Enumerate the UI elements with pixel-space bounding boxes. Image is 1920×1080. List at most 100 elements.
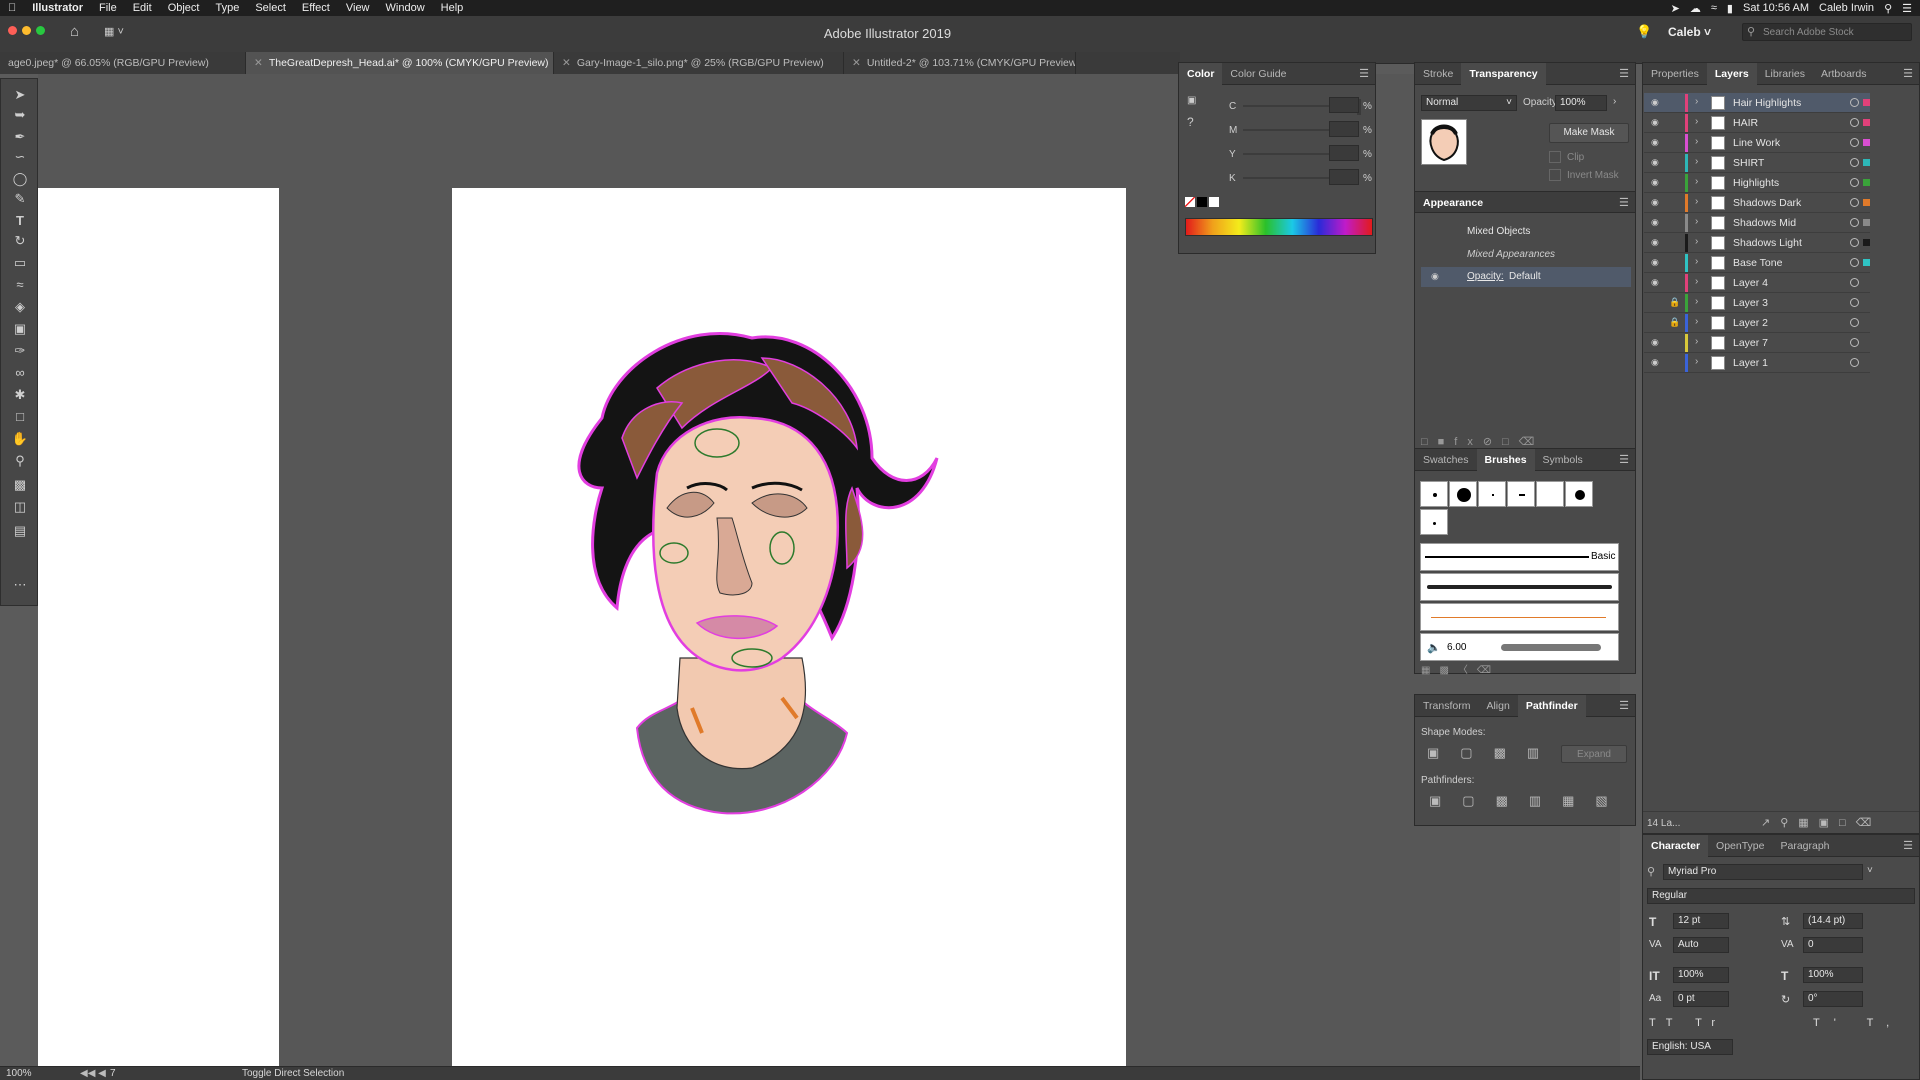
selection-indicator[interactable] <box>1863 199 1870 206</box>
draw-mode-icon[interactable]: ◫ <box>11 499 29 515</box>
layer-row[interactable]: ◉ › Shadows Light <box>1644 233 1870 253</box>
shape-builder-tool-icon[interactable]: ◈ <box>11 299 29 315</box>
panel-menu-icon[interactable]: ☰ <box>1619 699 1629 712</box>
tab-transform[interactable]: Transform <box>1415 695 1478 717</box>
tab-character[interactable]: Character <box>1643 834 1709 857</box>
brush-basic[interactable]: Basic <box>1420 543 1619 571</box>
eye-icon[interactable]: ◉ <box>1651 257 1659 268</box>
eye-icon[interactable]: ◉ <box>1651 97 1659 108</box>
target-icon[interactable] <box>1850 338 1859 347</box>
font-size-input[interactable]: 12 pt <box>1673 913 1729 929</box>
tab-swatches[interactable]: Swatches <box>1415 449 1477 471</box>
eye-icon[interactable]: ◉ <box>1651 197 1659 208</box>
text-style-buttons[interactable]: TT Tr <box>1649 1017 1725 1029</box>
channel-y-slider[interactable] <box>1243 153 1329 155</box>
eye-icon[interactable]: ◉ <box>1651 237 1659 248</box>
tab-stroke[interactable]: Stroke <box>1415 63 1461 85</box>
channel-k-input[interactable] <box>1329 169 1359 185</box>
tracking-input[interactable]: 0 <box>1803 937 1863 953</box>
brush-size-row[interactable]: 🔈 6.00 <box>1420 633 1619 661</box>
chevron-right-icon[interactable]: › <box>1695 96 1698 107</box>
layer-name[interactable]: Layer 2 <box>1733 317 1768 329</box>
channel-k-slider[interactable] <box>1243 177 1329 179</box>
selection-indicator[interactable] <box>1863 219 1870 226</box>
menu-help[interactable]: Help <box>433 2 472 14</box>
apple-icon[interactable]:  <box>0 2 24 14</box>
chevron-right-icon[interactable]: › <box>1695 116 1698 127</box>
selection-indicator[interactable] <box>1863 139 1870 146</box>
symbol-sprayer-tool-icon[interactable]: ✱ <box>11 387 29 403</box>
appearance-title[interactable]: Appearance <box>1423 197 1483 209</box>
layer-name[interactable]: Layer 4 <box>1733 277 1768 289</box>
artboard-tool-icon[interactable]: □ <box>11 409 29 425</box>
layer-row[interactable]: ◉ › Layer 4 <box>1644 273 1870 293</box>
brush-faint[interactable] <box>1536 481 1564 507</box>
target-icon[interactable] <box>1850 318 1859 327</box>
layer-row[interactable]: ◉ › HAIR <box>1644 113 1870 133</box>
target-icon[interactable] <box>1850 118 1859 127</box>
layers-footer-icons[interactable]: ↗⚲▦▣□⌫ <box>1761 816 1881 829</box>
eye-icon[interactable]: ◉ <box>1651 277 1659 288</box>
pencil-tool-icon[interactable]: ✎ <box>11 191 29 207</box>
fill-stroke-icon[interactable]: ▩ <box>11 477 29 493</box>
chevron-right-icon[interactable]: › <box>1695 356 1698 367</box>
appearance-opacity-row[interactable]: ◉ Opacity: Default <box>1421 267 1631 287</box>
unknown-color-icon[interactable]: ? <box>1187 115 1194 129</box>
tab-opentype[interactable]: OpenType <box>1708 835 1772 857</box>
menu-view[interactable]: View <box>338 2 378 14</box>
brush-dot-small[interactable] <box>1420 481 1448 507</box>
white-swatch[interactable] <box>1209 197 1219 207</box>
lock-icon[interactable]: 🔒 <box>1669 317 1680 328</box>
creative-cloud-icon[interactable]: ☁ <box>1690 2 1701 15</box>
tab-pathfinder[interactable]: Pathfinder <box>1517 694 1586 717</box>
eye-icon[interactable]: ◉ <box>1651 357 1659 368</box>
font-style-select[interactable]: Regular <box>1647 888 1915 904</box>
target-icon[interactable] <box>1850 238 1859 247</box>
close-tab-icon[interactable]: ✕ <box>852 57 861 69</box>
battery-icon[interactable]: ▮ <box>1727 2 1733 15</box>
menu-effect[interactable]: Effect <box>294 2 338 14</box>
target-icon[interactable] <box>1850 278 1859 287</box>
menubar-user[interactable]: Caleb Irwin <box>1819 2 1874 14</box>
artboard-left[interactable] <box>38 188 279 1068</box>
eye-icon[interactable]: ◉ <box>1431 271 1439 282</box>
tab-color[interactable]: Color <box>1179 62 1223 85</box>
channel-c-slider[interactable] <box>1243 105 1329 107</box>
fill-stroke-swap-icon[interactable]: ▣ <box>1187 95 1196 106</box>
canvas-area[interactable] <box>38 74 1620 1068</box>
layer-row[interactable]: ◉ › Shadows Mid <box>1644 213 1870 233</box>
close-tab-icon[interactable]: ✕ <box>254 57 263 69</box>
selection-indicator[interactable] <box>1863 179 1870 186</box>
chevron-right-icon[interactable]: › <box>1695 196 1698 207</box>
invert-mask-checkbox[interactable] <box>1549 169 1561 181</box>
eye-icon[interactable]: ◉ <box>1651 177 1659 188</box>
pen-tool-icon[interactable]: ✒ <box>11 129 29 145</box>
layer-name[interactable]: Highlights <box>1733 177 1779 189</box>
tab-paragraph[interactable]: Paragraph <box>1772 835 1837 857</box>
eye-icon[interactable]: ◉ <box>1651 117 1659 128</box>
brush-dash[interactable] <box>1507 481 1535 507</box>
location-icon[interactable]: ➤ <box>1671 2 1680 15</box>
layer-row[interactable]: ◉ › Highlights <box>1644 173 1870 193</box>
chevron-right-icon[interactable]: › <box>1695 336 1698 347</box>
notification-icon[interactable]: ☰ <box>1902 2 1912 15</box>
brush-arrow[interactable] <box>1420 603 1619 631</box>
blend-mode-select[interactable]: Normal ˅ <box>1421 95 1517 111</box>
layer-name[interactable]: Base Tone <box>1733 257 1782 269</box>
brush-dot-large[interactable] <box>1449 481 1477 507</box>
chevron-right-icon[interactable]: › <box>1695 176 1698 187</box>
rotation-input[interactable]: 0° <box>1803 991 1863 1007</box>
panel-menu-icon[interactable]: ☰ <box>1903 67 1913 80</box>
layer-name[interactable]: Shadows Dark <box>1733 197 1801 209</box>
layer-row[interactable]: ◉ › Layer 7 <box>1644 333 1870 353</box>
screen-mode-icon[interactable]: ▤ <box>11 523 29 539</box>
head-illustration[interactable] <box>452 188 1126 1068</box>
lightbulb-icon[interactable]: 💡 <box>1636 24 1652 40</box>
selection-indicator[interactable] <box>1863 239 1870 246</box>
selection-indicator[interactable] <box>1863 259 1870 266</box>
menubar-clock[interactable]: Sat 10:56 AM <box>1743 2 1809 14</box>
appearance-opacity-label[interactable]: Opacity: <box>1467 271 1504 282</box>
target-icon[interactable] <box>1850 258 1859 267</box>
layer-name[interactable]: Layer 3 <box>1733 297 1768 309</box>
type-tool-icon[interactable]: T <box>11 213 29 229</box>
